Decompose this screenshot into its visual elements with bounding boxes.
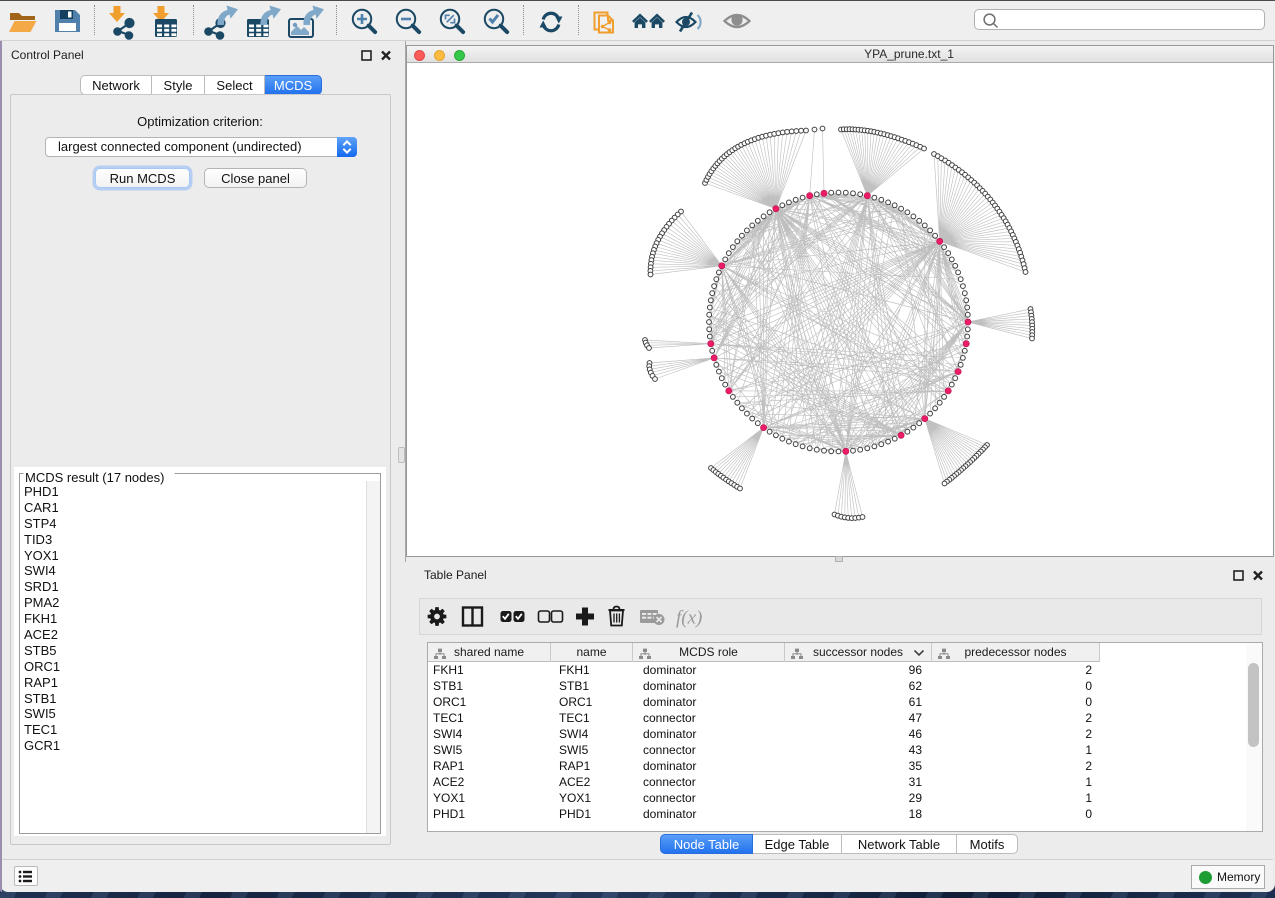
- svg-text:f(x): f(x): [676, 608, 702, 629]
